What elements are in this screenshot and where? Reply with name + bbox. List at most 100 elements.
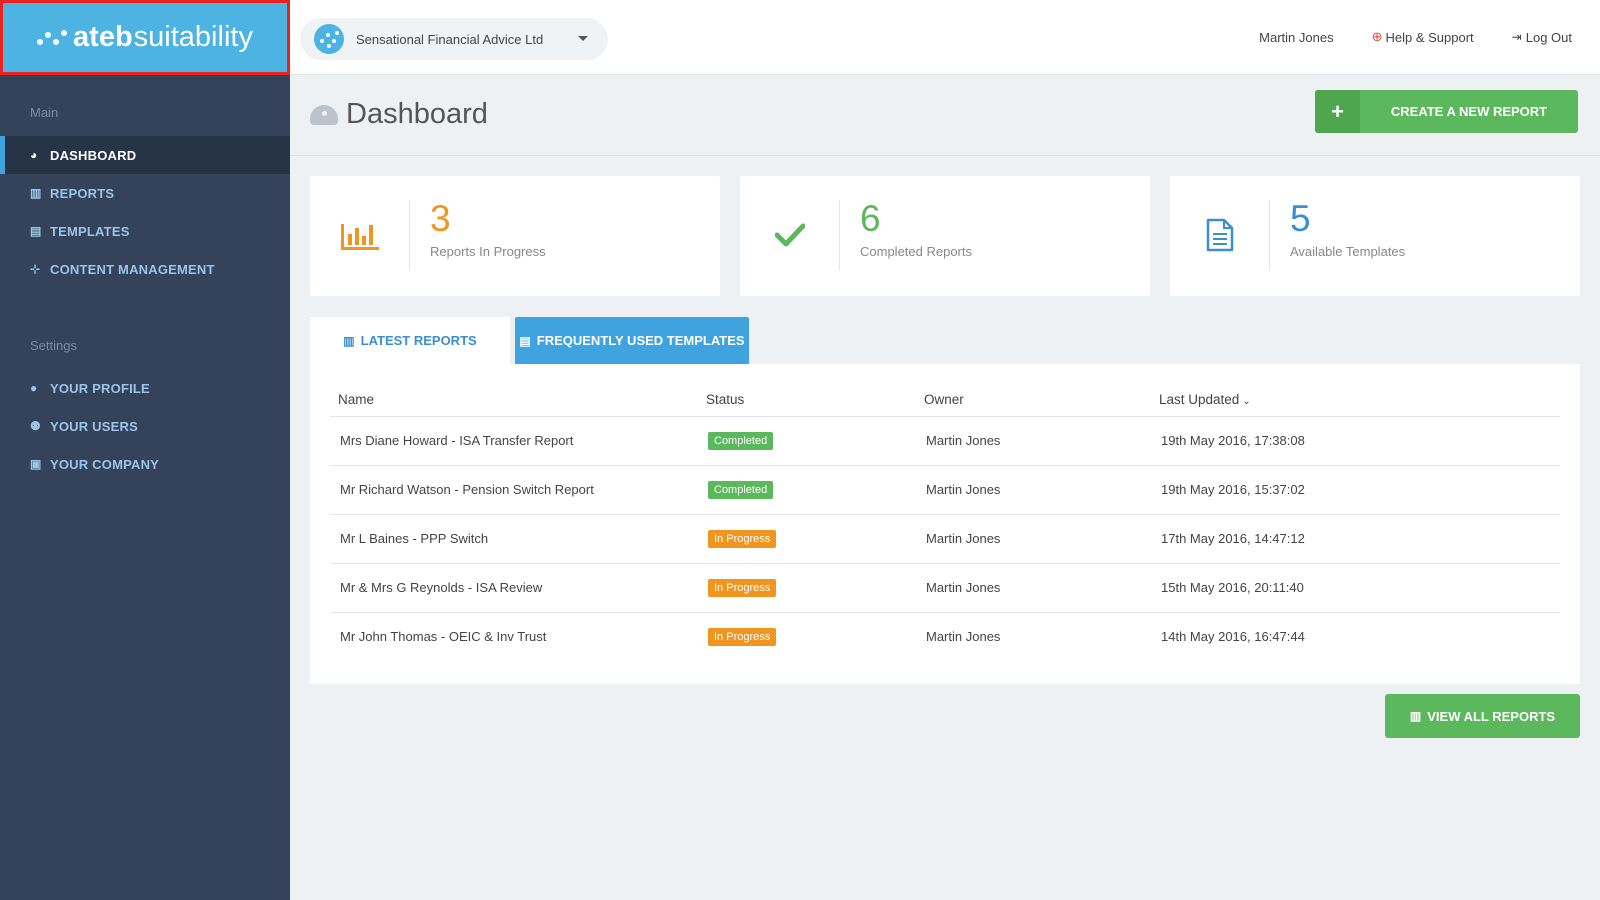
users-icon: ⚉	[30, 419, 41, 433]
table-row[interactable]: Mr John Thomas - OEIC & Inv Trust In Prog…	[330, 612, 1560, 661]
table-row[interactable]: Mrs Diane Howard - ISA Transfer Report Co…	[330, 416, 1560, 466]
sitemap-icon: ⊹	[30, 262, 41, 276]
last-updated-cell: 19th May 2016, 17:38:08	[1151, 416, 1560, 466]
lifebuoy-icon: ⊕	[1371, 29, 1383, 44]
column-header-owner[interactable]: Owner	[916, 384, 1151, 417]
last-updated-cell: 17th May 2016, 14:47:12	[1151, 514, 1560, 564]
stat-card-in-progress[interactable]: 3 Reports In Progress	[310, 176, 720, 296]
report-name[interactable]: Mr & Mrs G Reynolds - ISA Review	[330, 563, 698, 613]
user-icon: ●	[30, 381, 38, 395]
user-name-link[interactable]: Martin Jones	[1259, 29, 1333, 45]
status-cell: In Progress	[698, 514, 916, 564]
status-badge: In Progress	[708, 627, 777, 646]
sidebar: ateb suitability Main ◕ DASHBOARD ▥ REPOR…	[0, 0, 290, 900]
tab-label: LATEST REPORTS	[360, 333, 477, 348]
report-name[interactable]: Mr John Thomas - OEIC & Inv Trust	[330, 612, 698, 661]
status-badge: In Progress	[708, 578, 777, 597]
sidebar-section-settings: Settings	[30, 338, 77, 353]
logout-icon: ⇥	[1511, 30, 1522, 44]
sort-chevron-down-icon: ⌄	[1242, 396, 1251, 408]
stat-label: Reports In Progress	[430, 244, 546, 259]
last-updated-cell: 14th May 2016, 16:47:44	[1161, 629, 1305, 645]
help-support-label: Help & Support	[1385, 29, 1474, 45]
status-badge: In Progress	[708, 529, 777, 548]
sidebar-item-label: YOUR PROFILE	[50, 380, 150, 396]
tab-latest-reports[interactable]: ▥ LATEST REPORTS	[310, 317, 510, 364]
view-all-label: VIEW ALL REPORTS	[1427, 708, 1556, 724]
column-header-name[interactable]: Name	[330, 384, 698, 417]
reports-panel: Name Status Owner Last Updated ⌄ Mrs Dian…	[310, 364, 1580, 684]
view-all-reports-button[interactable]: ▥ VIEW ALL REPORTS	[1385, 694, 1580, 738]
chevron-down-icon	[578, 36, 588, 41]
company-name: Sensational Financial Advice Ltd	[356, 31, 544, 47]
column-header-status[interactable]: Status	[698, 384, 916, 417]
column-header-last-updated[interactable]: Last Updated ⌄	[1151, 384, 1560, 417]
stat-card-templates[interactable]: 5 Available Templates	[1170, 176, 1580, 296]
company-selector[interactable]: Sensational Financial Advice Ltd	[300, 18, 608, 60]
document-icon	[1170, 200, 1270, 270]
tab-frequently-used-templates[interactable]: ▤ FREQUENTLY USED TEMPLATES	[515, 317, 749, 364]
sidebar-item-label: CONTENT MANAGEMENT	[50, 261, 215, 277]
reports-table: Name Status Owner Last Updated ⌄ Mrs Dian…	[330, 384, 1560, 661]
table-row[interactable]: Mr Richard Watson - Pension Switch Repor…	[330, 465, 1560, 515]
status-cell: In Progress	[698, 563, 916, 613]
last-updated-cell: 15th May 2016, 20:11:40	[1151, 563, 1560, 613]
help-support-link[interactable]: ⊕ Help & Support	[1372, 29, 1474, 45]
sidebar-item-label: DASHBOARD	[50, 147, 137, 163]
sidebar-item-reports[interactable]: ▥ REPORTS	[0, 174, 290, 212]
create-report-button[interactable]: + CREATE A NEW REPORT	[1315, 90, 1578, 133]
sidebar-item-label: YOUR USERS	[50, 418, 138, 434]
sidebar-section-main: Main	[30, 105, 59, 120]
logout-link[interactable]: ⇥ Log Out	[1512, 29, 1572, 45]
owner-cell: Martin Jones	[926, 629, 1001, 645]
status-cell: Completed	[698, 416, 916, 466]
bar-chart-icon: ▥	[1409, 709, 1422, 723]
table-row[interactable]: Mr L Baines - PPP Switch In Progress Marti…	[330, 514, 1560, 564]
stat-card-completed[interactable]: 6 Completed Reports	[740, 176, 1150, 296]
bar-chart-icon: ▥	[343, 333, 355, 348]
report-name[interactable]: Mr Richard Watson - Pension Switch Repor…	[330, 465, 698, 515]
sidebar-item-label: TEMPLATES	[50, 223, 130, 239]
bar-chart-icon: ▥	[30, 186, 42, 200]
tab-label: FREQUENTLY USED TEMPLATES	[536, 333, 745, 348]
check-icon	[740, 200, 840, 270]
sidebar-item-your-company[interactable]: ▣ YOUR COMPANY	[0, 445, 290, 483]
status-badge: Completed	[708, 431, 774, 450]
sidebar-item-your-users[interactable]: ⚉ YOUR USERS	[0, 407, 290, 445]
bar-chart-icon	[310, 200, 410, 270]
stat-value: 5	[1290, 198, 1311, 239]
status-cell: In Progress	[698, 612, 916, 661]
logout-label: Log Out	[1525, 29, 1572, 45]
table-header-row: Name Status Owner Last Updated ⌄	[330, 384, 1560, 417]
stat-value: 3	[430, 198, 451, 239]
stat-value: 6	[860, 198, 881, 239]
stat-label: Available Templates	[1290, 244, 1406, 259]
stat-label: Completed Reports	[860, 244, 972, 259]
sidebar-item-label: REPORTS	[50, 185, 115, 201]
column-header-label: Last Updated	[1159, 392, 1240, 408]
top-bar: Sensational Financial Advice Ltd Martin …	[290, 0, 1600, 75]
report-name[interactable]: Mr L Baines - PPP Switch	[330, 514, 698, 564]
dashboard-icon: ◕	[30, 148, 38, 162]
sidebar-item-your-profile[interactable]: ● YOUR PROFILE	[0, 369, 290, 407]
brand-name-bold: ateb	[73, 21, 133, 53]
logo-dots-icon	[37, 27, 68, 49]
plus-icon: +	[1315, 90, 1360, 133]
sidebar-item-templates[interactable]: ▤ TEMPLATES	[0, 212, 290, 250]
owner-cell: Martin Jones	[916, 416, 1151, 466]
briefcase-icon: ▣	[30, 457, 42, 471]
owner-cell: Martin Jones	[916, 514, 1151, 564]
brand-logo[interactable]: ateb suitability	[0, 0, 290, 75]
owner-cell: Martin Jones	[916, 563, 1151, 613]
dashboard-gauge-icon	[310, 104, 338, 125]
table-row[interactable]: Mr & Mrs G Reynolds - ISA Review In Progr…	[330, 563, 1560, 613]
report-name[interactable]: Mrs Diane Howard - ISA Transfer Report	[330, 416, 698, 466]
last-updated-cell: 19th May 2016, 15:37:02	[1151, 465, 1560, 515]
sidebar-item-dashboard[interactable]: ◕ DASHBOARD	[0, 136, 290, 174]
page-title-text: Dashboard	[346, 98, 488, 130]
owner-cell: Martin Jones	[916, 465, 1151, 515]
page-header: Dashboard + CREATE A NEW REPORT	[290, 76, 1600, 156]
sidebar-item-content-management[interactable]: ⊹ CONTENT MANAGEMENT	[0, 250, 290, 288]
document-icon: ▤	[30, 224, 42, 238]
document-icon: ▤	[519, 333, 531, 348]
